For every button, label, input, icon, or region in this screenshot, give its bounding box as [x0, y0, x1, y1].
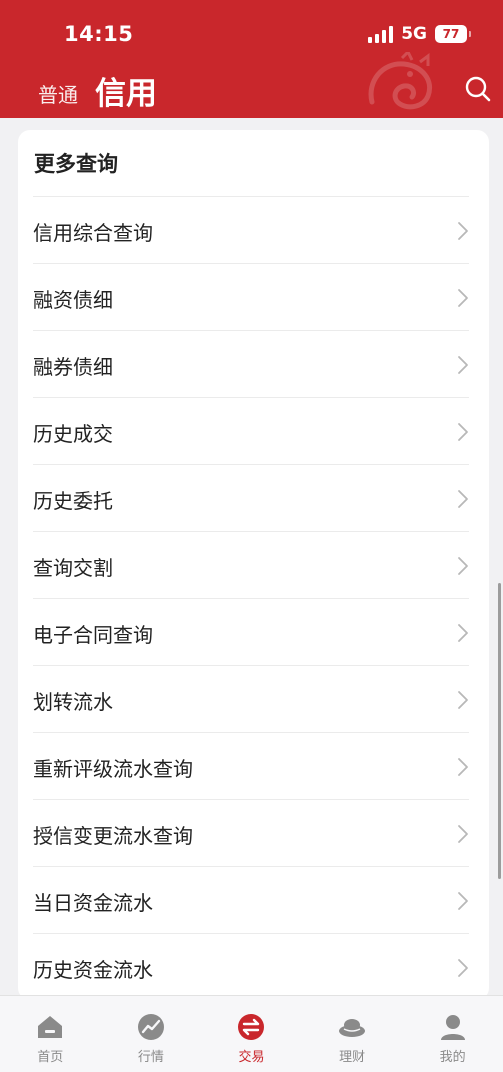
top-header: 14:15 5G 77 普通 信用 [0, 0, 503, 118]
status-time: 14:15 [64, 22, 134, 46]
profile-icon [440, 1015, 465, 1040]
nav-profile[interactable]: 我的 [402, 996, 503, 1072]
nav-home[interactable]: 首页 [0, 996, 101, 1072]
tab-credit[interactable]: 信用 [95, 68, 157, 113]
bottom-nav: 首页 行情 交易 理财 我的 [0, 995, 503, 1072]
wealth-icon [339, 1019, 366, 1037]
more-queries-card: 更多查询 信用综合查询 融资债细融券债细历史成交历史委托查询交割电子合同查询 划转流… [18, 130, 489, 1000]
query-item-label: 授信变更流水查询 [33, 824, 193, 848]
chevron-right-icon [458, 222, 468, 240]
query-list-item[interactable]: 历史资金流水 [33, 933, 469, 1000]
dragon-logo-icon [368, 52, 432, 110]
query-item-label: 电子合同查询 [33, 623, 153, 647]
chevron-right-icon [458, 356, 468, 374]
trade-icon [238, 1014, 265, 1040]
nav-label-profile: 我的 [439, 1050, 466, 1065]
nav-label-trade: 交易 [238, 1050, 265, 1065]
query-item-label: 重新评级流水查询 [33, 757, 193, 781]
card-title: 更多查询 [34, 152, 118, 176]
nav-market[interactable]: 行情 [101, 996, 202, 1072]
query-item-label: 融资债细 [33, 288, 113, 312]
query-list-item[interactable]: 历史委托 [33, 464, 469, 531]
query-list-item[interactable]: 划转流水 [33, 665, 469, 732]
app-screen: 14:15 5G 77 普通 信用 更多查询 信用综合查询 融资债细融券债细历史成… [0, 0, 503, 1072]
query-item-label: 历史委托 [33, 489, 113, 513]
chevron-right-icon [458, 624, 468, 642]
chevron-right-icon [458, 825, 468, 843]
query-list-item[interactable]: 历史成交 [33, 397, 469, 464]
market-icon [137, 1014, 164, 1040]
nav-wealth[interactable]: 理财 [302, 996, 403, 1072]
nav-label-market: 行情 [137, 1050, 164, 1065]
chevron-right-icon [458, 959, 468, 977]
battery-level: 77 [442, 27, 460, 41]
query-item-label: 历史资金流水 [33, 958, 153, 982]
chevron-right-icon [458, 691, 468, 709]
chevron-right-icon [458, 557, 468, 575]
query-item-label: 当日资金流水 [33, 891, 153, 915]
query-item-label: 信用综合查询 [33, 221, 153, 245]
query-item-label: 划转流水 [33, 690, 113, 714]
query-list-item[interactable]: 查询交割 [33, 531, 469, 598]
tab-normal[interactable]: 普通 [38, 79, 78, 108]
chevron-right-icon [458, 758, 468, 776]
query-item-label: 查询交割 [33, 556, 113, 580]
query-list-item[interactable]: 融资债细 [33, 263, 469, 330]
status-indicators: 5G 77 [368, 24, 471, 44]
chevron-right-icon [458, 490, 468, 508]
search-icon[interactable] [464, 75, 492, 103]
signal-icon [368, 25, 394, 43]
chevron-right-icon [458, 892, 468, 910]
nav-label-wealth: 理财 [339, 1050, 366, 1065]
nav-label-home: 首页 [37, 1050, 64, 1065]
network-type: 5G [401, 24, 427, 44]
query-list-item[interactable]: 重新评级流水查询 [33, 732, 469, 799]
query-list-item[interactable]: 授信变更流水查询 [33, 799, 469, 866]
nav-trade[interactable]: 交易 [201, 996, 302, 1072]
query-list: 信用综合查询 融资债细融券债细历史成交历史委托查询交割电子合同查询 划转流水重新评级… [33, 196, 469, 1000]
query-list-item[interactable]: 电子合同查询 [33, 598, 469, 665]
query-list-item[interactable]: 融券债细 [33, 330, 469, 397]
query-list-item[interactable]: 信用综合查询 [33, 196, 469, 263]
scrollbar[interactable] [498, 583, 501, 879]
chevron-right-icon [458, 289, 468, 307]
query-item-label: 历史成交 [33, 422, 113, 446]
query-item-label: 融券债细 [33, 355, 113, 379]
chevron-right-icon [458, 423, 468, 441]
query-list-item[interactable]: 当日资金流水 [33, 866, 469, 933]
battery-icon: 77 [435, 25, 471, 43]
home-icon [38, 1016, 63, 1038]
